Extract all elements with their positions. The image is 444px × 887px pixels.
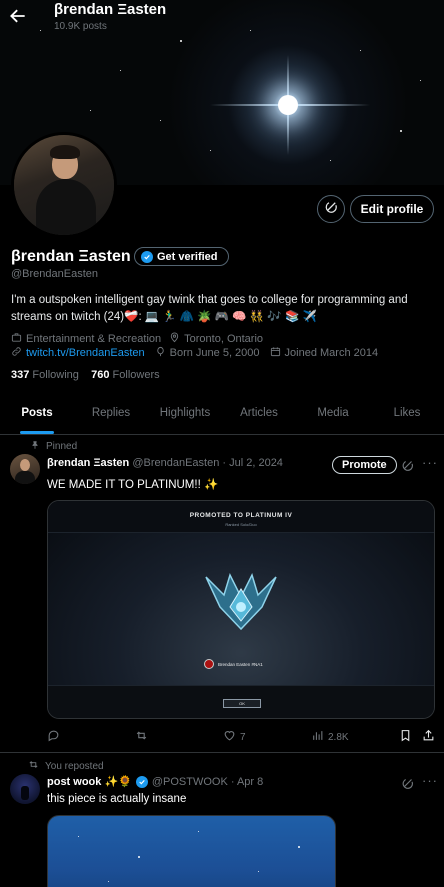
- get-verified-label: Get verified: [157, 250, 218, 263]
- tweet-avatar[interactable]: [10, 454, 40, 484]
- tab-replies[interactable]: Replies: [74, 394, 148, 434]
- tab-likes[interactable]: Likes: [370, 394, 444, 434]
- more-icon[interactable]: ···: [422, 455, 438, 470]
- tweet-handle-date[interactable]: @BrendanEasten · Jul 2, 2024: [132, 457, 283, 469]
- media-subtitle: Ranked Solo/Duo: [225, 522, 257, 527]
- reposted-indicator: You reposted: [28, 759, 104, 773]
- profile-meta-row-2: twitch.tv/BrendanEasten Born June 5, 200…: [11, 346, 378, 360]
- repost-icon: [28, 759, 39, 773]
- tweet-header: post wook ✨🌻 @POSTWOOK · Apr 8: [47, 775, 263, 788]
- reply-button[interactable]: [47, 729, 64, 745]
- profile-category: Entertainment & Recreation: [26, 333, 162, 345]
- platinum-emblem-icon: [205, 572, 277, 631]
- briefcase-icon: [11, 332, 22, 346]
- following-label: Following: [32, 369, 79, 381]
- reposted-label: You reposted: [45, 760, 104, 772]
- profile-website-link[interactable]: twitch.tv/BrendanEasten: [26, 347, 145, 359]
- profile-display-name: βrendan Ξasten: [11, 248, 131, 265]
- repost-button[interactable]: [135, 729, 152, 745]
- tab-highlights[interactable]: Highlights: [148, 394, 222, 434]
- tweet-avatar[interactable]: [10, 774, 40, 804]
- profile-location: Toronto, Ontario: [184, 333, 264, 345]
- media-title: PROMOTED TO PLATINUM IV: [189, 512, 293, 519]
- bio-line-1: I'm a outspoken intelligent gay twink th…: [11, 294, 408, 306]
- like-button[interactable]: 7: [223, 729, 246, 745]
- tweet-author-name[interactable]: post wook ✨🌻: [47, 775, 132, 788]
- header-name: βrendan Ξasten: [54, 1, 167, 18]
- share-icon: [422, 729, 435, 745]
- views-button[interactable]: 2.8K: [311, 729, 349, 745]
- location-icon: [169, 332, 180, 346]
- like-count: 7: [240, 731, 246, 743]
- edit-profile-button[interactable]: Edit profile: [350, 195, 434, 223]
- tweet-header: βrendan Ξasten @BrendanEasten · Jul 2, 2…: [47, 457, 283, 469]
- followers-link[interactable]: 760 Followers: [91, 369, 160, 381]
- repost-icon: [135, 729, 148, 745]
- back-arrow-icon[interactable]: [8, 6, 30, 28]
- media-player-name: Brendan Easten #NA1: [218, 661, 263, 667]
- following-count: 337: [11, 369, 30, 381]
- like-icon: [223, 729, 236, 745]
- bookmark-icon: [399, 729, 412, 745]
- grok-profile-button[interactable]: [317, 195, 345, 223]
- tab-articles[interactable]: Articles: [222, 394, 296, 434]
- followers-label: Followers: [112, 369, 160, 381]
- get-verified-button[interactable]: Get verified: [134, 247, 229, 266]
- profile-bio: I'm a outspoken intelligent gay twink th…: [11, 292, 431, 326]
- pinned-indicator: Pinned: [30, 440, 77, 453]
- tweet-actions: 7 2.8K: [47, 729, 437, 745]
- pin-icon: [30, 440, 40, 453]
- bookmark-button[interactable]: [399, 729, 412, 745]
- tweet-media-image[interactable]: [47, 815, 336, 887]
- link-icon: [11, 346, 22, 360]
- promote-button[interactable]: Promote: [332, 456, 397, 474]
- tab-posts[interactable]: Posts: [0, 394, 74, 434]
- profile-birthday: Born June 5, 2000: [169, 347, 260, 359]
- tweet-handle-date[interactable]: @POSTWOOK · Apr 8: [152, 776, 263, 788]
- tweet-text: this piece is actually insane: [47, 793, 187, 805]
- more-icon[interactable]: ···: [422, 773, 438, 788]
- grok-icon: [324, 199, 339, 219]
- grok-icon[interactable]: [401, 458, 415, 472]
- reply-icon: [47, 729, 60, 745]
- profile-tabs: Posts Replies Highlights Articles Media …: [0, 394, 444, 435]
- profile-avatar[interactable]: [11, 132, 117, 238]
- tweet-divider: [0, 752, 444, 753]
- media-ok-button: OK: [223, 699, 261, 708]
- bio-line-2: streams on twitch (24)❤️‍🩹: 💻 🏃‍♂️ 🧥 🪴 🎮…: [11, 311, 317, 323]
- tweet-media-image[interactable]: PROMOTED TO PLATINUM IV Ranked Solo/Duo …: [47, 500, 435, 719]
- balloon-icon: [155, 346, 166, 360]
- verified-badge-icon: [135, 775, 148, 788]
- player-icon: [204, 659, 214, 669]
- views-count: 2.8K: [328, 731, 349, 743]
- share-button[interactable]: [422, 729, 435, 745]
- tab-media[interactable]: Media: [296, 394, 370, 434]
- calendar-icon: [270, 346, 281, 360]
- verified-badge-icon: [141, 250, 153, 263]
- pinned-label: Pinned: [46, 441, 78, 452]
- tweet-author-name[interactable]: βrendan Ξasten: [47, 457, 129, 469]
- profile-handle: @BrendanEasten: [11, 268, 99, 280]
- profile-meta-row-1: Entertainment & Recreation Toronto, Onta…: [11, 332, 263, 346]
- media-player-row: Brendan Easten #NA1: [204, 659, 263, 669]
- followers-count: 760: [91, 369, 110, 381]
- top-bar: βrendan Ξasten 10.9K posts: [0, 0, 444, 40]
- grok-icon[interactable]: [401, 776, 415, 790]
- follow-stats: 337 Following 760 Followers: [11, 369, 160, 381]
- views-icon: [311, 729, 324, 745]
- profile-joined: Joined March 2014: [284, 347, 379, 359]
- following-link[interactable]: 337 Following: [11, 369, 79, 381]
- header-posts-count: 10.9K posts: [54, 21, 107, 32]
- tweet-text: WE MADE IT TO PLATINUM!! ✨: [47, 479, 219, 491]
